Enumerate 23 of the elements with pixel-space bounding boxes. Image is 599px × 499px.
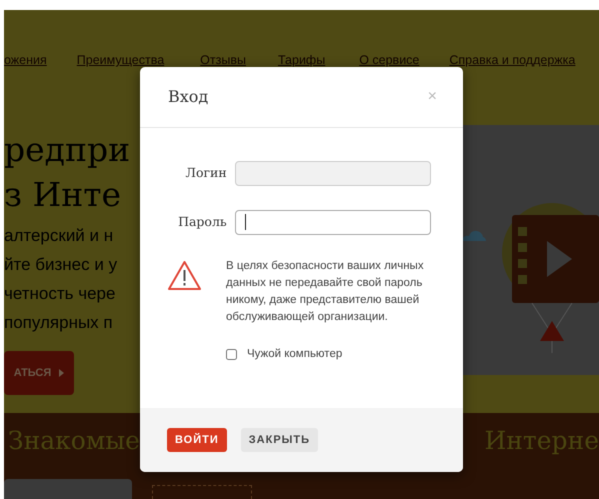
hero-text: четность чере [4,283,116,305]
field-label: Пароль [177,213,227,232]
caret-icon [59,369,64,377]
input-field[interactable] [234,161,431,186]
login-button[interactable]: ВОЙТИ [167,428,227,452]
hero-button[interactable]: АТЬСЯ [4,351,74,395]
hero-heading: з Инте [4,174,122,216]
close-button[interactable]: × [428,89,437,105]
field-label: Логин [184,164,227,182]
checkbox-label: Чужой компьютер [247,347,342,362]
hero-text: популярных п [4,312,114,334]
hero-text: алтерский и н [4,225,114,247]
nav-link-text[interactable]: ожения [4,51,47,125]
text-cursor [244,214,246,230]
dialog-title: Вход [168,86,208,108]
close-button[interactable]: ЗАКРЫТЬ [240,428,318,452]
input-field[interactable] [234,210,431,235]
warning-icon [167,260,202,291]
checkbox[interactable] [226,349,237,360]
hero-heading: редпри [4,129,132,171]
hero-text: йте бизнес и у [4,254,118,276]
warning-text: В целях безопасности ваших личных данных не передавайте свой пароль никому, даже представителю вашей обслуживающей организации. [226,259,425,325]
cloud-icon [462,229,486,241]
